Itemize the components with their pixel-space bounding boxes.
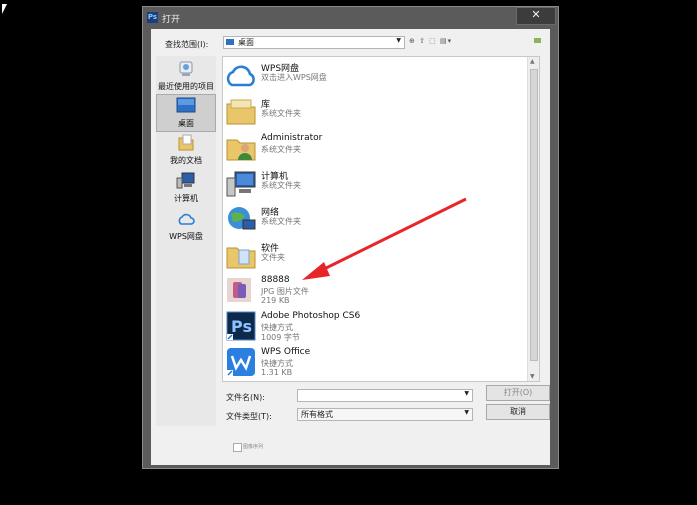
annotation-arrow-icon xyxy=(302,197,467,280)
